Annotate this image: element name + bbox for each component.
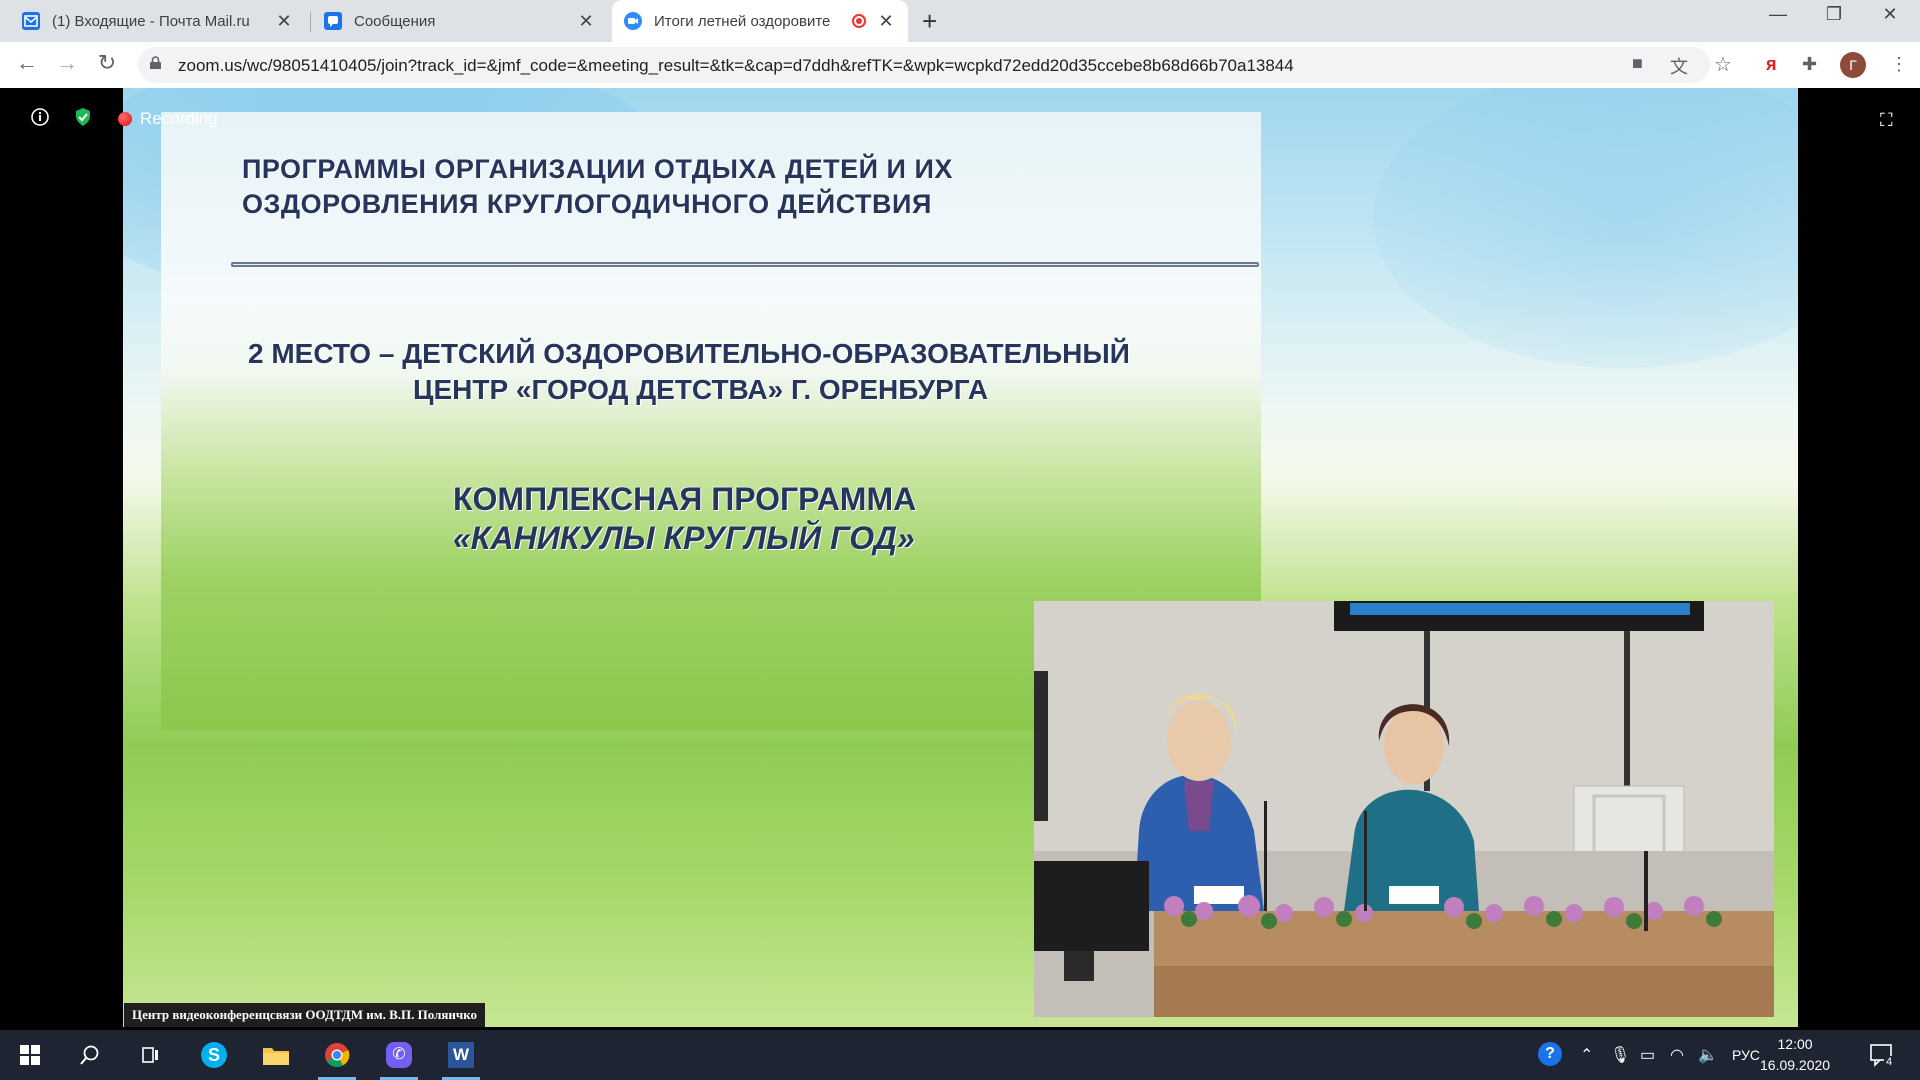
browser-tab-strip: (1) Входящие - Почта Mail.ru ✕ Сообщения… xyxy=(0,0,1920,42)
participant-video[interactable] xyxy=(1034,601,1774,1017)
chrome-icon[interactable] xyxy=(312,1030,362,1080)
slide-place-line2: ЦЕНТР «ГОРОД ДЕТСТВА» Г. ОРЕНБУРГА xyxy=(413,374,989,405)
tab-messages[interactable]: Сообщения ✕ xyxy=(312,0,608,42)
mail-icon xyxy=(22,12,40,30)
zoom-meeting-view: ПРОГРАММЫ ОРГАНИЗАЦИИ ОТДЫХА ДЕТЕЙ И ИХ … xyxy=(0,88,1920,1030)
word-icon[interactable]: W xyxy=(436,1030,486,1080)
tab-zoom-meeting[interactable]: Итоги летней оздоровите ✕ xyxy=(612,0,908,42)
viber-icon[interactable]: ✆ xyxy=(374,1030,424,1080)
tab-mail[interactable]: (1) Входящие - Почта Mail.ru ✕ xyxy=(10,0,306,42)
profile-avatar[interactable]: Г xyxy=(1840,52,1866,78)
window-close-icon[interactable]: ✕ xyxy=(1870,4,1910,25)
tab-separator xyxy=(310,12,311,32)
extensions-icon[interactable]: ✚ xyxy=(1802,54,1817,75)
reload-icon[interactable]: ↻ xyxy=(92,50,122,76)
recording-label: Recording xyxy=(140,109,218,128)
camera-icon[interactable]: ■ xyxy=(1632,53,1643,74)
wifi-icon[interactable]: ◠ xyxy=(1670,1045,1684,1065)
start-icon[interactable] xyxy=(8,1030,52,1080)
chat-icon xyxy=(324,12,342,30)
close-icon[interactable]: ✕ xyxy=(876,11,896,32)
tab-title: (1) Входящие - Почта Mail.ru xyxy=(52,12,250,30)
translate-icon[interactable]: 文 xyxy=(1670,53,1688,79)
slide-header-line1: ПРОГРАММЫ ОРГАНИЗАЦИИ ОТДЫХА ДЕТЕЙ И ИХ xyxy=(242,154,953,184)
notification-count: 4 xyxy=(1884,1056,1895,1068)
recording-indicator: Recording xyxy=(118,109,218,129)
new-tab-button[interactable]: + xyxy=(922,6,937,37)
yandex-icon[interactable]: я xyxy=(1766,54,1777,75)
info-icon[interactable] xyxy=(30,107,50,127)
system-clock[interactable]: 12:00 16.09.2020 xyxy=(1760,1034,1830,1076)
minimize-icon[interactable]: — xyxy=(1758,4,1798,25)
clock-time: 12:00 xyxy=(1777,1036,1813,1052)
fullscreen-icon[interactable]: ⛶ xyxy=(1880,110,1893,131)
chevron-up-icon[interactable]: ⌃ xyxy=(1580,1045,1593,1065)
windows-taskbar: S ✆ W ? ⌃ 🎙 ▭ ◠ 🔈 РУС 12:00 16.09.2020 4 xyxy=(0,1030,1920,1080)
bookmark-star-icon[interactable]: ☆ xyxy=(1714,52,1732,77)
tab-title: Сообщения xyxy=(354,12,436,30)
slide-place-line1: 2 МЕСТО – ДЕТСКИЙ ОЗДОРОВИТЕЛЬНО-ОБРАЗОВ… xyxy=(248,338,1130,369)
restore-icon[interactable]: ❐ xyxy=(1814,4,1854,25)
close-icon[interactable]: ✕ xyxy=(576,11,596,32)
back-icon[interactable]: ← xyxy=(12,50,42,76)
file-explorer-icon[interactable] xyxy=(252,1030,300,1080)
video-frame xyxy=(1034,601,1774,1017)
url-text: zoom.us/wc/98051410405/join?track_id=&jm… xyxy=(178,56,1294,75)
header-divider xyxy=(231,262,1259,267)
clock-date: 16.09.2020 xyxy=(1760,1057,1831,1073)
language-indicator[interactable]: РУС xyxy=(1732,1047,1760,1063)
address-bar[interactable]: zoom.us/wc/98051410405/join?track_id=&jm… xyxy=(138,47,1710,83)
recording-dot-icon xyxy=(118,112,132,126)
help-icon[interactable]: ? xyxy=(1538,1042,1562,1066)
zoom-icon xyxy=(624,12,642,30)
close-icon[interactable]: ✕ xyxy=(274,11,294,32)
tab-title: Итоги летней оздоровите xyxy=(654,12,831,30)
slide-program-line2: «КАНИКУЛЫ КРУГЛЫЙ ГОД» xyxy=(453,520,915,556)
lock-icon xyxy=(150,56,161,69)
recording-tab-icon xyxy=(852,14,866,28)
volume-icon[interactable]: 🔈 xyxy=(1698,1045,1718,1065)
forward-icon[interactable]: → xyxy=(52,50,82,76)
slide-program-line1: КОМПЛЕКСНАЯ ПРОГРАММА xyxy=(453,481,917,517)
browser-toolbar: ← → ↻ zoom.us/wc/98051410405/join?track_… xyxy=(0,42,1920,89)
skype-icon[interactable]: S xyxy=(190,1030,238,1080)
task-view-icon[interactable] xyxy=(128,1030,172,1080)
notifications-icon[interactable]: 4 xyxy=(1868,1040,1896,1073)
menu-icon[interactable]: ⋮ xyxy=(1890,54,1908,75)
microphone-icon[interactable]: 🎙 xyxy=(1610,1045,1630,1065)
background-decoration xyxy=(1373,88,1798,368)
battery-icon[interactable]: ▭ xyxy=(1640,1045,1655,1065)
slide-header-line2: ОЗДОРОВЛЕНИЯ КРУГЛОГОДИЧНОГО ДЕЙСТВИЯ xyxy=(242,189,932,219)
shield-icon[interactable] xyxy=(73,107,93,127)
video-caption: Центр видеоконференцсвязи ООДТДМ им. В.П… xyxy=(124,1003,486,1027)
search-icon[interactable] xyxy=(68,1030,112,1080)
